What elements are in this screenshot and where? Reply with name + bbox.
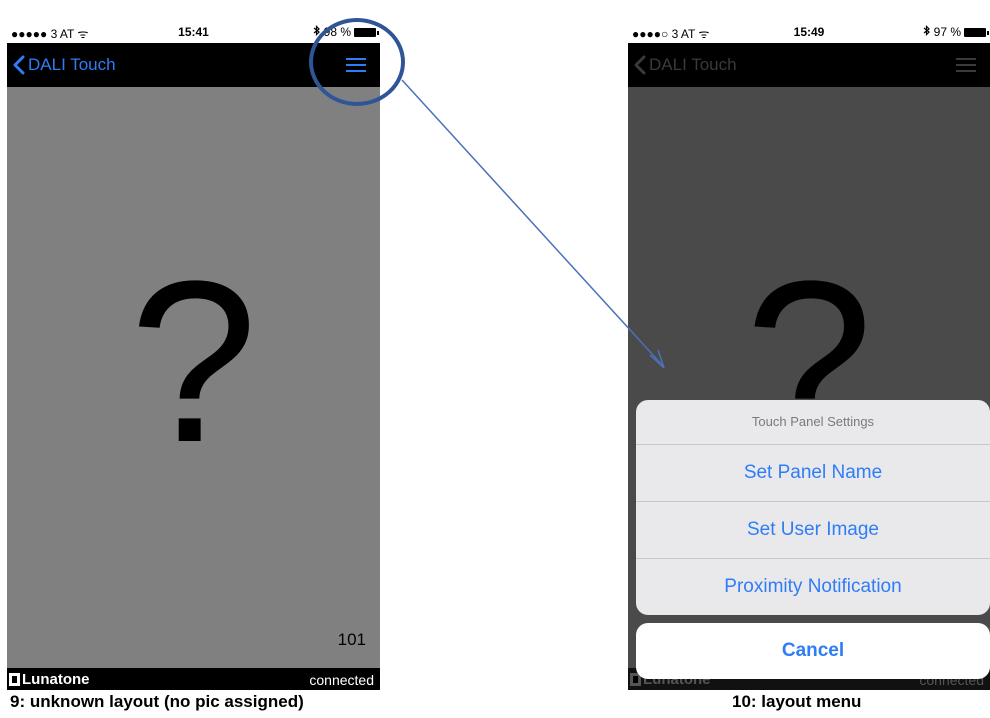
status-bar: ●●●●○ 3 AT ᯤ 15:49 97 %	[628, 20, 990, 43]
action-sheet: Touch Panel Settings Set Panel Name Set …	[636, 400, 990, 679]
connection-status: connected	[309, 672, 374, 688]
unknown-layout-placeholder: ?	[129, 233, 258, 490]
chevron-left-icon	[634, 55, 646, 75]
bluetooth-icon	[313, 25, 321, 39]
back-button[interactable]: DALI Touch	[634, 55, 737, 75]
lunatone-logo: Lunatone	[9, 671, 90, 688]
action-sheet-options: Touch Panel Settings Set Panel Name Set …	[636, 400, 990, 615]
cancel-button[interactable]: Cancel	[636, 623, 990, 679]
bluetooth-icon	[923, 25, 931, 39]
action-sheet-title: Touch Panel Settings	[636, 400, 990, 445]
carrier-signal: ●●●●● 3 AT ᯤ	[11, 27, 89, 41]
panel-number: 101	[337, 630, 366, 649]
right-phone-screen: ●●●●○ 3 AT ᯤ 15:49 97 % DALI Touch ? Lun…	[628, 20, 990, 690]
hamburger-menu-icon[interactable]	[956, 58, 976, 72]
hamburger-menu-icon[interactable]	[346, 58, 366, 72]
status-right: 98 %	[313, 25, 379, 39]
annotation-arrow	[401, 79, 664, 367]
status-time: 15:49	[793, 25, 825, 39]
battery-percent: 98 %	[323, 25, 351, 39]
footer-bar: Lunatone connected	[7, 668, 380, 690]
caption-right: 10: layout menu	[732, 692, 862, 711]
status-bar: ●●●●● 3 AT ᯤ 15:41 98 %	[7, 20, 380, 43]
carrier-signal: ●●●●○ 3 AT ᯤ	[632, 27, 710, 41]
battery-icon	[354, 27, 379, 37]
battery-percent: 97 %	[933, 25, 961, 39]
panel-content[interactable]: ? 101	[7, 87, 380, 668]
nav-bar: DALI Touch	[7, 43, 380, 87]
back-button[interactable]: DALI Touch	[13, 55, 116, 75]
lunatone-logo-mark	[9, 673, 20, 686]
nav-bar: DALI Touch	[628, 43, 990, 87]
status-right: 97 %	[923, 25, 989, 39]
caption-left: 9: unknown layout (no pic assigned)	[10, 692, 304, 711]
set-panel-name-button[interactable]: Set Panel Name	[636, 445, 990, 502]
set-user-image-button[interactable]: Set User Image	[636, 502, 990, 559]
brand-name: Lunatone	[22, 671, 90, 688]
chevron-left-icon	[13, 55, 25, 75]
proximity-notification-button[interactable]: Proximity Notification	[636, 559, 990, 615]
left-phone-screen: ●●●●● 3 AT ᯤ 15:41 98 % DALI Touch ? 101…	[7, 20, 380, 690]
back-label: DALI Touch	[28, 55, 116, 74]
back-label: DALI Touch	[649, 55, 737, 74]
battery-icon	[964, 27, 989, 37]
status-time: 15:41	[178, 25, 209, 39]
